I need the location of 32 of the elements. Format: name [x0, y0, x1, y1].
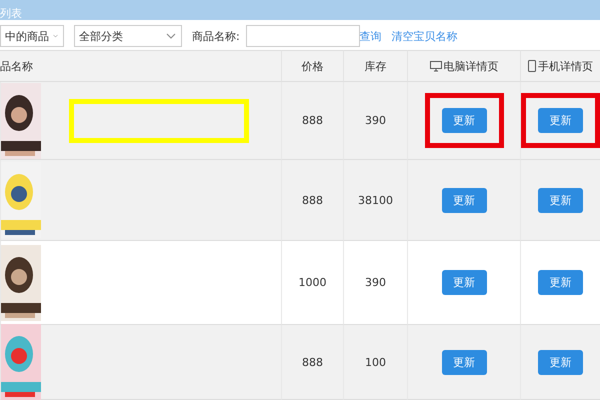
update-button[interactable]: 更新 [442, 108, 486, 133]
update-button[interactable]: 更新 [538, 350, 583, 374]
stock-text: 390 [365, 114, 386, 127]
search-link[interactable]: 查询 [360, 28, 382, 44]
monitor-icon [430, 60, 442, 72]
column-header-label: 品名称 [0, 58, 33, 74]
column-header-label: 手机详情页 [538, 58, 593, 74]
update-button[interactable]: 更新 [442, 188, 486, 212]
stock-text: 38100 [358, 194, 393, 206]
name-input-field[interactable] [246, 25, 360, 47]
update-button[interactable]: 更新 [442, 270, 486, 295]
update-button[interactable]: 更新 [538, 270, 583, 295]
chevron-down-icon [53, 33, 58, 39]
price-text: 1000 [298, 276, 326, 289]
column-header-label: 价格 [302, 58, 324, 74]
phone-icon [528, 60, 536, 72]
scope-dropdown[interactable]: 中的商品 [0, 25, 64, 47]
update-button[interactable]: 更新 [538, 188, 583, 212]
price-text: 888 [302, 114, 323, 127]
panel-title: 列表 [0, 8, 22, 20]
chevron-down-icon [166, 33, 176, 39]
update-button[interactable]: 更新 [538, 108, 583, 133]
price-text: 888 [302, 356, 323, 368]
name-label: 商品名称: [192, 28, 240, 44]
column-header-label: 库存 [364, 58, 386, 74]
category-dropdown[interactable]: 全部分类 [74, 25, 182, 47]
stock-text: 390 [365, 276, 386, 289]
clear-name-link[interactable]: 清空宝贝名称 [392, 28, 458, 44]
update-button[interactable]: 更新 [442, 350, 486, 374]
column-header-label: 电脑详情页 [444, 58, 498, 74]
price-text: 888 [302, 194, 323, 206]
stock-text: 100 [365, 356, 386, 368]
